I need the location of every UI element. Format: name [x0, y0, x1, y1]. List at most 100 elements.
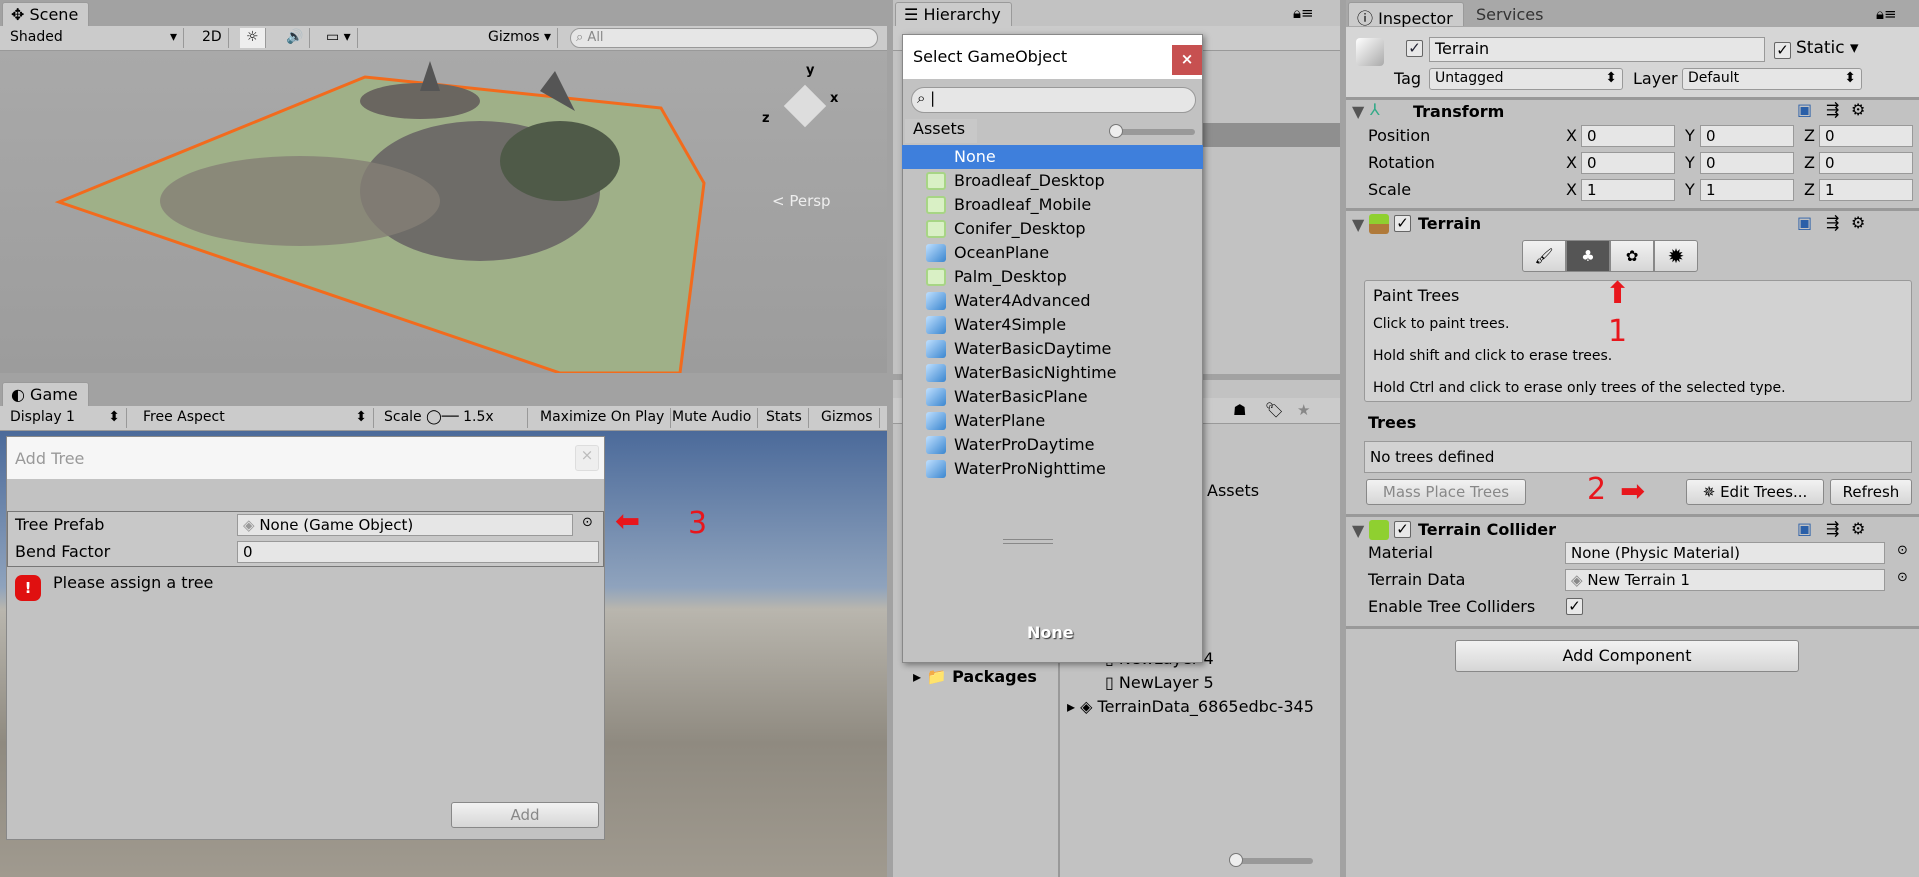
transform-x-input[interactable]: 0 — [1581, 125, 1675, 147]
presets-icon[interactable]: ⇶ — [1826, 213, 1839, 232]
preview-size-slider[interactable] — [1109, 124, 1195, 138]
add-tree-close-button[interactable]: × — [575, 445, 599, 471]
object-picker-icon[interactable]: ⊙ — [1897, 570, 1908, 585]
inspector-lock-icon[interactable]: 🔒︎≡ — [1876, 5, 1897, 23]
filter-by-label-icon[interactable]: 🏷︎ — [1265, 401, 1284, 419]
gameobject-list-item[interactable]: None — [902, 145, 1203, 169]
gameobject-list-item[interactable]: Broadleaf_Desktop — [902, 169, 1203, 193]
tool-paint-details-icon[interactable]: ✿ — [1610, 240, 1654, 272]
tree-prefab-field[interactable]: ◈ None (Game Object) — [237, 514, 573, 536]
tab-hierarchy[interactable]: ☰ Hierarchy — [895, 2, 1012, 26]
tab-inspector[interactable]: ⓘ Inspector — [1348, 2, 1464, 28]
transform-x-input[interactable]: 0 — [1581, 152, 1675, 174]
gameobject-list-item[interactable]: OceanPlane — [902, 241, 1203, 265]
project-item[interactable]: ▸ ◈ TerrainData_6865edbc-345 — [1067, 697, 1314, 716]
tag-dropdown[interactable]: Untagged ⬍ — [1429, 68, 1623, 90]
transform-y-input[interactable]: 0 — [1700, 152, 1794, 174]
tab-scene[interactable]: ✥ Scene — [2, 2, 90, 26]
tool-settings-gear-icon[interactable]: ✹ — [1654, 240, 1698, 272]
transform-z-input[interactable]: 0 — [1819, 125, 1913, 147]
collider-foldout[interactable]: ▼ — [1352, 521, 1364, 540]
project-item[interactable]: ▯ NewLayer 5 — [1105, 673, 1214, 692]
tab-assets[interactable]: Assets — [905, 119, 977, 143]
name-input[interactable]: Terrain — [1429, 37, 1765, 62]
object-search-input[interactable]: ⌕ | — [911, 87, 1196, 113]
gameobject-list-item[interactable]: Water4Simple — [902, 313, 1203, 337]
transform-y-input[interactable]: 0 — [1700, 125, 1794, 147]
gameobject-list-item[interactable]: WaterProNighttime — [902, 457, 1203, 481]
select-gameobject-close-button[interactable]: × — [1172, 45, 1202, 75]
hierarchy-lock-icon[interactable]: 🔒︎≡ — [1293, 4, 1314, 22]
scale-slider[interactable]: Scale ◯── 1.5x — [378, 408, 528, 428]
refresh-button[interactable]: Refresh — [1830, 479, 1912, 505]
help-book-icon[interactable]: ▣ — [1797, 213, 1812, 232]
transform-y-input[interactable]: 1 — [1700, 179, 1794, 201]
stats-toggle[interactable]: Stats — [760, 408, 809, 428]
gear-icon[interactable]: ⚙ — [1851, 213, 1865, 232]
gameobject-list-item[interactable]: WaterBasicPlane — [902, 385, 1203, 409]
transform-z-input[interactable]: 0 — [1819, 152, 1913, 174]
static-label[interactable]: Static ▾ — [1796, 38, 1859, 58]
presets-icon[interactable]: ⇶ — [1826, 519, 1839, 538]
mute-audio-toggle[interactable]: Mute Audio — [666, 408, 759, 428]
gameobject-list-item[interactable]: WaterProDaytime — [902, 433, 1203, 457]
object-picker-icon[interactable]: ⊙ — [1897, 543, 1908, 558]
gameobject-list-item[interactable]: WaterBasicNightime — [902, 361, 1203, 385]
maximize-on-play-toggle[interactable]: Maximize On Play — [534, 408, 672, 428]
gizmo-axis-z[interactable]: z — [762, 111, 770, 126]
object-picker-icon[interactable]: ⊙ — [582, 515, 593, 530]
add-button[interactable]: Add — [451, 802, 599, 828]
static-checkbox[interactable]: ✓ — [1774, 42, 1791, 59]
presets-icon[interactable]: ⇶ — [1826, 100, 1839, 119]
transform-foldout[interactable]: ▼ — [1352, 102, 1364, 121]
help-book-icon[interactable]: ▣ — [1797, 519, 1812, 538]
gameobject-list-item[interactable]: WaterBasicDaytime — [902, 337, 1203, 361]
tool-paint-texture-icon[interactable]: 🖌︎ — [1522, 240, 1566, 272]
gameobject-cube-icon[interactable] — [1356, 38, 1384, 66]
shading-dropdown[interactable]: Shaded ▾ — [4, 28, 184, 48]
display-dropdown[interactable]: Display 1 ⬍ — [4, 408, 127, 428]
transform-z-input[interactable]: 1 — [1819, 179, 1913, 201]
transform-x-input[interactable]: 1 — [1581, 179, 1675, 201]
hierarchy-selected-row[interactable] — [1193, 123, 1340, 147]
layer-dropdown[interactable]: Default ⬍ — [1682, 68, 1862, 90]
terrain-enabled-checkbox[interactable]: ✓ — [1394, 215, 1411, 232]
gizmos-dropdown[interactable]: Gizmos ▾ — [482, 28, 559, 48]
bend-factor-input[interactable]: 0 — [237, 541, 599, 563]
edit-trees-button[interactable]: ✵ Edit Trees... — [1686, 479, 1824, 505]
tab-services[interactable]: Services — [1476, 5, 1543, 24]
material-field[interactable]: None (Physic Material) — [1565, 542, 1885, 564]
gameobject-list-item[interactable]: WaterPlane — [902, 409, 1203, 433]
enable-tree-colliders-checkbox[interactable]: ✓ — [1566, 598, 1583, 615]
icon-size-slider[interactable] — [1229, 853, 1313, 867]
help-book-icon[interactable]: ▣ — [1797, 100, 1812, 119]
aspect-dropdown[interactable]: Free Aspect ⬍ — [137, 408, 374, 428]
projection-label[interactable]: < Persp — [772, 192, 831, 210]
gear-icon[interactable]: ⚙ — [1851, 519, 1865, 538]
filter-by-type-icon[interactable]: ☗ — [1233, 401, 1246, 419]
project-item[interactable]: Assets — [1207, 481, 1259, 500]
scene-search-input[interactable]: ⌕ All — [570, 28, 878, 48]
gameobject-list-item[interactable]: Water4Advanced — [902, 289, 1203, 313]
2d-toggle[interactable]: 2D — [196, 28, 229, 48]
favorite-icon[interactable]: ★ — [1297, 401, 1310, 419]
packages-folder[interactable]: ▸ 📁 Packages — [913, 667, 1037, 686]
tab-game[interactable]: ◐ Game — [2, 382, 89, 406]
lighting-toggle-icon[interactable]: ☼ — [240, 28, 266, 48]
gizmo-axis-x[interactable]: x — [830, 91, 838, 106]
terrain-data-field[interactable]: ◈ New Terrain 1 — [1565, 569, 1885, 591]
terrain-foldout[interactable]: ▼ — [1352, 215, 1364, 234]
gameobject-list-item[interactable]: Conifer_Desktop — [902, 217, 1203, 241]
gameobject-list-item[interactable]: Palm_Desktop — [902, 265, 1203, 289]
gizmos-toggle[interactable]: Gizmos — [815, 408, 880, 428]
scene-viewport[interactable]: y z x < Persp — [0, 51, 887, 373]
gear-icon[interactable]: ⚙ — [1851, 100, 1865, 119]
mass-place-trees-button[interactable]: Mass Place Trees — [1366, 479, 1526, 505]
effects-dropdown-icon[interactable]: ▭ ▾ — [320, 28, 358, 48]
collider-enabled-checkbox[interactable]: ✓ — [1394, 521, 1411, 538]
tool-paint-trees-icon[interactable]: ♣ — [1566, 240, 1610, 272]
gizmo-axis-y[interactable]: y — [806, 63, 814, 78]
add-component-button[interactable]: Add Component — [1455, 640, 1799, 672]
active-checkbox[interactable]: ✓ — [1406, 40, 1423, 57]
gameobject-list-item[interactable]: Broadleaf_Mobile — [902, 193, 1203, 217]
